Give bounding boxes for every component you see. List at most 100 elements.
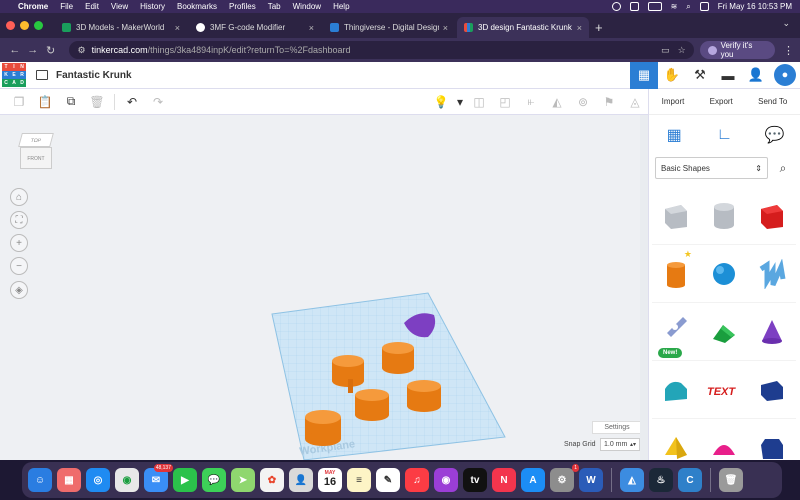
address-bar[interactable]: ⚙ tinkercad.com /things/3ka4894inpK/edit…: [69, 41, 694, 59]
shape-sketch-new[interactable]: New!: [652, 303, 700, 361]
ungroup-icon[interactable]: ◰: [492, 92, 518, 112]
shape-pyramid[interactable]: [652, 419, 700, 460]
menu-history[interactable]: History: [140, 2, 165, 11]
spotlight-icon[interactable]: ⌕: [686, 2, 690, 12]
site-info-icon[interactable]: ⚙: [77, 45, 85, 56]
shape-cylinder-hole[interactable]: [700, 187, 748, 245]
music-icon[interactable]: ♫: [405, 468, 429, 492]
workplane-grid-icon[interactable]: ▦: [662, 124, 686, 146]
snap-grid-select[interactable]: 1.0 mm ▴▾: [600, 438, 640, 451]
design-title[interactable]: Fantastic Krunk: [56, 70, 132, 81]
ruler-triangle-icon[interactable]: ◬: [622, 92, 648, 112]
cruise-icon[interactable]: ⊚: [570, 92, 596, 112]
shape-roof[interactable]: [700, 303, 748, 361]
bambu-studio-icon[interactable]: ◭: [620, 468, 644, 492]
orange-cylinder[interactable]: [305, 410, 341, 446]
screen-record-icon[interactable]: [611, 2, 621, 11]
app-store-icon[interactable]: A: [521, 468, 545, 492]
add-user-icon[interactable]: 👤: [742, 62, 770, 89]
note-chevron-icon[interactable]: ▾: [454, 92, 466, 112]
messages-icon[interactable]: 💬: [202, 468, 226, 492]
menubar-clock[interactable]: Fri May 16 10:53 PM: [718, 2, 792, 11]
control-icon[interactable]: [629, 2, 639, 11]
blocks-hand-icon[interactable]: ✋: [658, 62, 686, 89]
3d-design-grid-icon[interactable]: ▦: [630, 61, 658, 89]
user-avatar[interactable]: ●: [774, 63, 796, 86]
minimize-window-button[interactable]: [20, 21, 29, 30]
podcasts-icon[interactable]: ◉: [434, 468, 458, 492]
paste-icon[interactable]: 📋: [32, 92, 58, 112]
apple-tv-icon[interactable]: tv: [463, 468, 487, 492]
news-icon[interactable]: N: [492, 468, 516, 492]
settings-button[interactable]: Settings: [592, 421, 640, 434]
menu-view[interactable]: View: [111, 2, 128, 11]
orange-cylinder[interactable]: [407, 380, 441, 412]
wifi-icon[interactable]: ≋: [671, 2, 678, 11]
tab-makerworld[interactable]: 3D Models - MakerWorld ×: [55, 17, 187, 38]
shape-box[interactable]: [748, 187, 796, 245]
undo-icon[interactable]: ↶: [119, 92, 145, 112]
maps-icon[interactable]: ➤: [231, 468, 255, 492]
shape-wedge[interactable]: [748, 361, 796, 419]
launchpad-icon[interactable]: ▦: [57, 468, 81, 492]
menu-app-name[interactable]: Chrome: [18, 2, 48, 11]
trash-icon[interactable]: 🗑: [719, 468, 743, 492]
chrome-icon[interactable]: ◉: [115, 468, 139, 492]
menu-file[interactable]: File: [60, 2, 73, 11]
safari-icon[interactable]: ◎: [86, 468, 110, 492]
align-icon[interactable]: ⫦: [518, 92, 544, 112]
chrome-menu-icon[interactable]: ⋮: [783, 44, 794, 57]
workplane-canvas[interactable]: Workplane: [0, 115, 640, 460]
orange-cylinder[interactable]: [382, 342, 414, 374]
freeform-icon[interactable]: ✎: [376, 468, 400, 492]
group-icon[interactable]: ◫: [466, 92, 492, 112]
bookmark-star-icon[interactable]: ☆: [678, 45, 686, 56]
steam-icon[interactable]: ♨: [649, 468, 673, 492]
menu-tab[interactable]: Tab: [268, 2, 281, 11]
search-icon[interactable]: ⌕: [772, 161, 794, 176]
design-workspace[interactable]: TOP FRONT ⌂ ⛶ + − ◈ Workplane Settings S…: [0, 115, 640, 460]
photos-icon[interactable]: ✿: [260, 468, 284, 492]
menu-edit[interactable]: Edit: [85, 2, 99, 11]
verify-profile-button[interactable]: Verify it's you: [699, 41, 775, 59]
briefcase-icon[interactable]: ▬: [714, 62, 742, 89]
import-button[interactable]: Import: [662, 97, 685, 106]
control-center-icon[interactable]: [699, 2, 709, 11]
system-settings-icon[interactable]: ⚙ 1: [550, 464, 579, 492]
finder-icon[interactable]: ☺: [28, 468, 52, 492]
flag-icon[interactable]: ⚑: [596, 92, 622, 112]
light-bulb-icon[interactable]: 💡: [428, 92, 454, 112]
tab-thingiverse[interactable]: Thingiverse - Digital Designs ×: [323, 17, 455, 38]
shape-text[interactable]: TEXT: [700, 361, 748, 419]
mail-icon[interactable]: ✉ 48,137: [144, 464, 173, 492]
shape-cylinder[interactable]: ★: [652, 245, 700, 303]
duplicate-icon[interactable]: ⧉: [58, 92, 84, 112]
shape-library-select[interactable]: Basic Shapes ⇕: [655, 157, 768, 179]
zoom-window-button[interactable]: [34, 21, 43, 30]
calendar-icon[interactable]: MAY 16: [318, 468, 342, 492]
shape-polygon[interactable]: [748, 419, 796, 460]
send-to-button[interactable]: Send To: [758, 97, 787, 106]
tinkercad-logo[interactable]: T I N K E R C A D: [2, 63, 26, 87]
tools-pickaxe-icon[interactable]: ⚒: [686, 62, 714, 89]
copy-icon[interactable]: ❐: [6, 92, 32, 112]
redo-icon[interactable]: ↷: [145, 92, 171, 112]
delete-trash-icon[interactable]: 🗑: [84, 92, 110, 112]
tab-close-icon[interactable]: ×: [175, 23, 180, 33]
menu-help[interactable]: Help: [333, 2, 349, 11]
back-arrow-icon[interactable]: ←: [6, 44, 24, 56]
menu-bookmarks[interactable]: Bookmarks: [177, 2, 217, 11]
facetime-icon[interactable]: ▶: [173, 468, 197, 492]
battery-icon[interactable]: [647, 2, 662, 11]
contacts-icon[interactable]: 👤: [289, 468, 313, 492]
shape-box-hole[interactable]: [652, 187, 700, 245]
notes-icon[interactable]: 💬: [763, 124, 787, 146]
shape-sphere[interactable]: [700, 245, 748, 303]
reload-icon[interactable]: ↻: [42, 44, 60, 57]
shape-round-roof[interactable]: [652, 361, 700, 419]
notes-app-icon[interactable]: ≡: [347, 468, 371, 492]
close-window-button[interactable]: [6, 21, 15, 30]
tab-close-icon[interactable]: ×: [577, 23, 582, 33]
shape-cone[interactable]: [748, 303, 796, 361]
export-button[interactable]: Export: [710, 97, 733, 106]
